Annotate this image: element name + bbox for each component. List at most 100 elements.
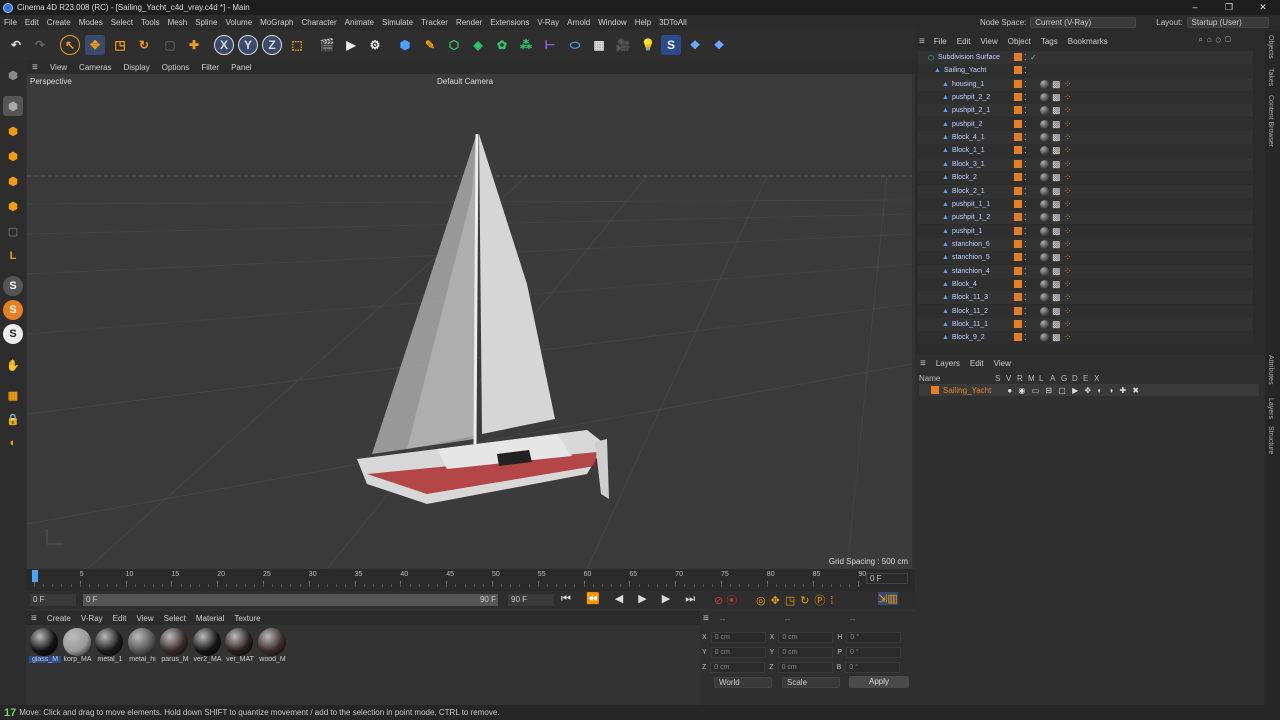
vray-tag-icon[interactable]: ⁘ xyxy=(1064,92,1072,103)
object-row[interactable]: ▲ Block_11_3 ⁚ ▩ ⁘ xyxy=(918,291,1253,305)
visibility-dots-icon[interactable]: ⁚ xyxy=(1024,106,1027,115)
visibility-dots-icon[interactable]: ⁚ xyxy=(1024,227,1027,236)
workplane-icon[interactable]: ✋ xyxy=(3,355,23,375)
checker-tag-icon[interactable]: ▩ xyxy=(1052,105,1061,116)
scale-tool-icon[interactable]: ◳ xyxy=(110,35,130,55)
layer-color-swatch[interactable] xyxy=(1014,279,1022,288)
z-axis-lock-icon[interactable]: Z xyxy=(262,35,282,55)
material-swatch[interactable]: glass_M xyxy=(29,628,61,668)
material-tag-icon[interactable] xyxy=(1040,279,1049,289)
vray-tag-icon[interactable]: ⁘ xyxy=(1064,199,1072,210)
current-frame-field[interactable]: 0 F xyxy=(866,573,908,584)
object-name[interactable]: Block_11_3 xyxy=(952,294,988,301)
material-tag-icon[interactable] xyxy=(1040,93,1049,103)
python-script-icon[interactable]: ❖ xyxy=(709,35,729,55)
subdivision-surface-icon[interactable]: ⬡ xyxy=(444,35,464,55)
coord-field[interactable]: 0 cm xyxy=(777,662,833,673)
coord-field[interactable]: 0 cm xyxy=(710,632,766,643)
redo-icon[interactable]: ↷ xyxy=(30,35,50,55)
object-name[interactable]: Block_2_1 xyxy=(952,188,985,195)
material-tag-icon[interactable] xyxy=(1040,79,1049,89)
layer-menu-edit[interactable]: Edit xyxy=(965,359,989,368)
playhead[interactable] xyxy=(32,570,38,582)
object-row[interactable]: ▲ stanchion_4 ⁚ ▩ ⁘ xyxy=(918,264,1253,278)
checker-tag-icon[interactable]: ▩ xyxy=(1052,279,1061,290)
layer-color-swatch[interactable] xyxy=(1014,239,1022,248)
checker-tag-icon[interactable]: ▩ xyxy=(1052,159,1061,170)
material-menu-create[interactable]: Create xyxy=(42,614,76,623)
key-tools-icons[interactable]: ◎✥◳↻Ⓟ⁞ xyxy=(756,592,838,608)
visibility-dots-icon[interactable]: ⁚ xyxy=(1024,187,1027,196)
checker-tag-icon[interactable]: ▩ xyxy=(1052,92,1061,103)
object-name[interactable]: pushpit_1 xyxy=(952,228,982,235)
visibility-dots-icon[interactable]: ⁚ xyxy=(1024,53,1027,62)
menu-tools[interactable]: Tools xyxy=(137,15,164,30)
object-row[interactable]: ▲ Block_2_1 ⁚ ▩ ⁘ xyxy=(918,184,1253,198)
coord-field[interactable]: 0 ° xyxy=(846,632,902,643)
coord-mode-dropdown[interactable]: World xyxy=(714,677,772,688)
render-settings-icon[interactable]: ⚙ xyxy=(365,35,385,55)
object-row[interactable]: ▲ pushpit_2 ⁚ ▩ ⁘ xyxy=(918,117,1253,131)
vray-tag-icon[interactable]: ⁘ xyxy=(1064,145,1072,156)
model-mode-icon[interactable]: ⬢ xyxy=(3,96,23,116)
object-name[interactable]: stanchion_5 xyxy=(952,254,990,261)
checker-tag-icon[interactable]: ▩ xyxy=(1052,212,1061,223)
material-tag-icon[interactable] xyxy=(1040,133,1049,143)
end-frame-field[interactable]: 90 F xyxy=(508,594,554,606)
object-row[interactable]: ▲ Block_11_1 ⁚ ▩ ⁘ xyxy=(918,318,1253,331)
checkmark-icon[interactable]: ✓ xyxy=(1030,53,1037,62)
layer-color-swatch[interactable] xyxy=(1014,253,1022,262)
coord-field[interactable]: 0 ° xyxy=(846,647,902,658)
visibility-dots-icon[interactable]: ⁚ xyxy=(1024,146,1027,155)
object-row[interactable]: ▲ Block_11_2 ⁚ ▩ ⁘ xyxy=(918,304,1253,318)
visibility-dots-icon[interactable]: ⁚ xyxy=(1024,240,1027,249)
layer-color-swatch[interactable] xyxy=(1014,320,1022,328)
layer-color-swatch[interactable] xyxy=(1014,133,1022,142)
viewport-menu-filter[interactable]: Filter xyxy=(195,63,225,72)
extrude-generator-icon[interactable]: ◈ xyxy=(468,35,488,55)
menu-v-ray[interactable]: V-Ray xyxy=(533,15,563,30)
layer-flag-icons[interactable]: ● ◉ ▭ ⊟ ▢ ▶ ✥ ◐ ◑ ✚ ✖ xyxy=(1007,386,1141,395)
object-row[interactable]: ▲ Block_9_2 ⁚ ▩ ⁘ xyxy=(918,331,1253,345)
object-name[interactable]: stanchion_4 xyxy=(952,268,990,275)
hamburger-icon[interactable]: ≡ xyxy=(26,613,42,624)
visibility-dots-icon[interactable]: ⁚ xyxy=(1024,280,1027,289)
main-sail[interactable] xyxy=(479,134,555,434)
material-tag-icon[interactable] xyxy=(1040,333,1049,343)
object-name[interactable]: Block_1_1 xyxy=(952,147,985,154)
menu-window[interactable]: Window xyxy=(594,15,630,30)
object-name[interactable]: pushpit_2_1 xyxy=(952,107,990,114)
visibility-dots-icon[interactable]: ⁚ xyxy=(1024,293,1027,302)
checker-tag-icon[interactable]: ▩ xyxy=(1052,119,1061,130)
layer-flag-header[interactable]: A xyxy=(1050,374,1061,383)
grid-icon[interactable]: ▦ xyxy=(3,385,23,405)
recent-tools-icon[interactable]: ▢ xyxy=(160,35,180,55)
visibility-dots-icon[interactable]: ⁚ xyxy=(1024,333,1027,342)
menu-render[interactable]: Render xyxy=(452,15,486,30)
object-menu-edit[interactable]: Edit xyxy=(952,37,976,46)
material-menu-edit[interactable]: Edit xyxy=(108,614,132,623)
light-icon[interactable]: 💡 xyxy=(638,35,658,55)
material-swatch[interactable]: parus_M xyxy=(159,628,189,668)
material-tag-icon[interactable] xyxy=(1040,253,1049,263)
layer-color-swatch[interactable] xyxy=(1014,333,1022,342)
undo-icon[interactable]: ↶ xyxy=(6,35,26,55)
checker-tag-icon[interactable]: ▩ xyxy=(1052,252,1061,263)
object-row[interactable]: ▲ pushpit_1_1 ⁚ ▩ ⁘ xyxy=(918,197,1253,211)
side-tab-objects[interactable]: Objects xyxy=(1267,35,1274,59)
vray-tag-icon[interactable]: ⁘ xyxy=(1064,252,1072,263)
object-name[interactable]: Block_4_1 xyxy=(952,134,985,141)
render-view-icon[interactable]: 🎬 xyxy=(317,35,337,55)
menu-file[interactable]: File xyxy=(0,15,21,30)
material-tag-icon[interactable] xyxy=(1040,266,1049,276)
y-axis-lock-icon[interactable]: Y xyxy=(238,35,258,55)
visibility-dots-icon[interactable]: ⁚ xyxy=(1024,200,1027,209)
menu-create[interactable]: Create xyxy=(43,15,75,30)
polygon-mode-icon[interactable]: ⬢ xyxy=(3,196,23,216)
rotate-tool-icon[interactable]: ↻ xyxy=(134,35,154,55)
node-space-dropdown[interactable]: Current (V-Ray) xyxy=(1030,17,1137,28)
visibility-dots-icon[interactable]: ⁚ xyxy=(1024,120,1027,129)
layer-name[interactable]: Sailing_Yacht xyxy=(943,386,991,395)
edge-mode-icon[interactable]: ⬢ xyxy=(3,171,23,191)
layer-color-swatch[interactable] xyxy=(1014,293,1022,302)
